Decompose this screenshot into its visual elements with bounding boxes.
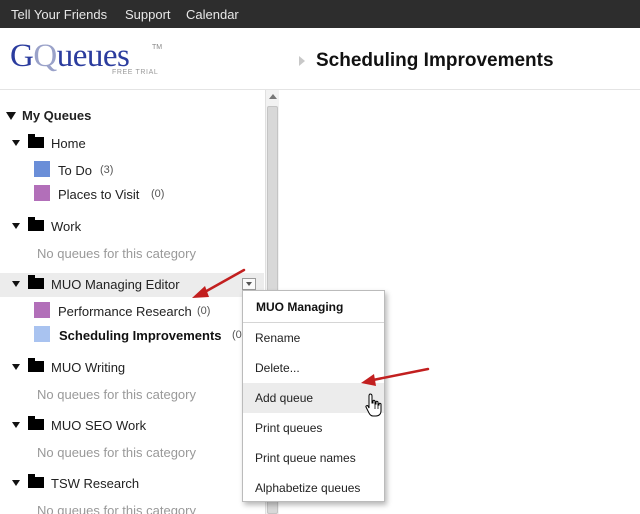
logo-subtitle: FREE TRIAL (112, 69, 159, 76)
menu-item-print-queues[interactable]: Print queues (243, 413, 384, 443)
menu-item-rename[interactable]: Rename (243, 323, 384, 353)
menu-item-print-queue-names[interactable]: Print queue names (243, 443, 384, 473)
folder-icon (28, 358, 44, 372)
expand-triangle-icon[interactable] (12, 140, 20, 146)
empty-category-note: No queues for this category (37, 503, 196, 514)
queue-color-swatch[interactable] (34, 302, 50, 318)
context-menu-header: MUO Managing (243, 291, 384, 323)
context-menu-title: MUO Managing (256, 300, 344, 314)
nav-link-tell-friends[interactable]: Tell Your Friends (11, 7, 107, 22)
expand-triangle-icon[interactable] (12, 480, 20, 486)
folder-icon (28, 217, 44, 231)
expand-triangle-icon[interactable] (12, 223, 20, 229)
category-muo-writing[interactable]: MUO Writing (51, 360, 125, 375)
queue-places-to-visit[interactable]: Places to Visit (58, 187, 139, 202)
menu-item-label: Delete... (255, 361, 300, 375)
logo-letter-q: Q (33, 38, 57, 74)
queue-count: (0) (197, 305, 211, 317)
category-muo-managing-editor[interactable]: MUO Managing Editor (51, 277, 180, 292)
menu-item-label: Print queues (255, 421, 323, 435)
category-tsw-research[interactable]: TSW Research (51, 476, 139, 491)
category-work[interactable]: Work (51, 219, 81, 234)
queue-scheduling-improvements[interactable]: Scheduling Improvements (59, 328, 222, 343)
category-muo-seo-work[interactable]: MUO SEO Work (51, 418, 146, 433)
expand-triangle-icon[interactable] (12, 422, 20, 428)
menu-item-delete[interactable]: Delete... (243, 353, 384, 383)
folder-icon (28, 275, 44, 289)
category-menu-dropdown-icon[interactable] (242, 278, 256, 290)
queue-count: (0 (232, 329, 242, 341)
empty-category-note: No queues for this category (37, 246, 196, 261)
menu-item-label: Rename (255, 331, 301, 345)
top-nav-bar: Tell Your Friends Support Calendar (0, 0, 640, 28)
nav-link-calendar[interactable]: Calendar (186, 7, 239, 22)
nav-link-support[interactable]: Support (125, 7, 171, 22)
folder-icon (28, 134, 44, 148)
page-title: Scheduling Improvements (316, 50, 554, 71)
title-arrow-icon (299, 56, 305, 66)
menu-item-label: Print queue names (255, 451, 356, 465)
sidebar-title: My Queues (22, 108, 92, 123)
folder-icon (28, 416, 44, 430)
category-home[interactable]: Home (51, 136, 86, 151)
logo-trademark: TM (152, 44, 163, 51)
my-queues-collapse-icon[interactable] (6, 112, 16, 120)
queue-to-do[interactable]: To Do (58, 163, 92, 178)
queue-count: (0) (151, 188, 165, 200)
menu-item-label: Add queue (255, 391, 314, 405)
folder-icon (28, 474, 44, 488)
empty-category-note: No queues for this category (37, 387, 196, 402)
queue-color-swatch[interactable] (34, 326, 50, 342)
category-context-menu: MUO Managing Rename Delete... Add queue … (242, 290, 385, 502)
empty-category-note: No queues for this category (37, 445, 196, 460)
queue-performance-research[interactable]: Performance Research (58, 304, 192, 319)
expand-triangle-icon[interactable] (12, 364, 20, 370)
expand-triangle-icon[interactable] (12, 281, 20, 287)
queue-color-swatch[interactable] (34, 185, 50, 201)
logo-letter-g: G (10, 38, 34, 74)
queue-count: (3) (100, 164, 114, 176)
menu-item-add-queue[interactable]: Add queue (243, 383, 384, 413)
menu-item-label: Alphabetize queues (255, 481, 361, 495)
menu-item-alphabetize-queues[interactable]: Alphabetize queues (243, 473, 384, 503)
scroll-up-icon[interactable] (269, 94, 277, 99)
queue-color-swatch[interactable] (34, 161, 50, 177)
header-divider (0, 89, 640, 90)
